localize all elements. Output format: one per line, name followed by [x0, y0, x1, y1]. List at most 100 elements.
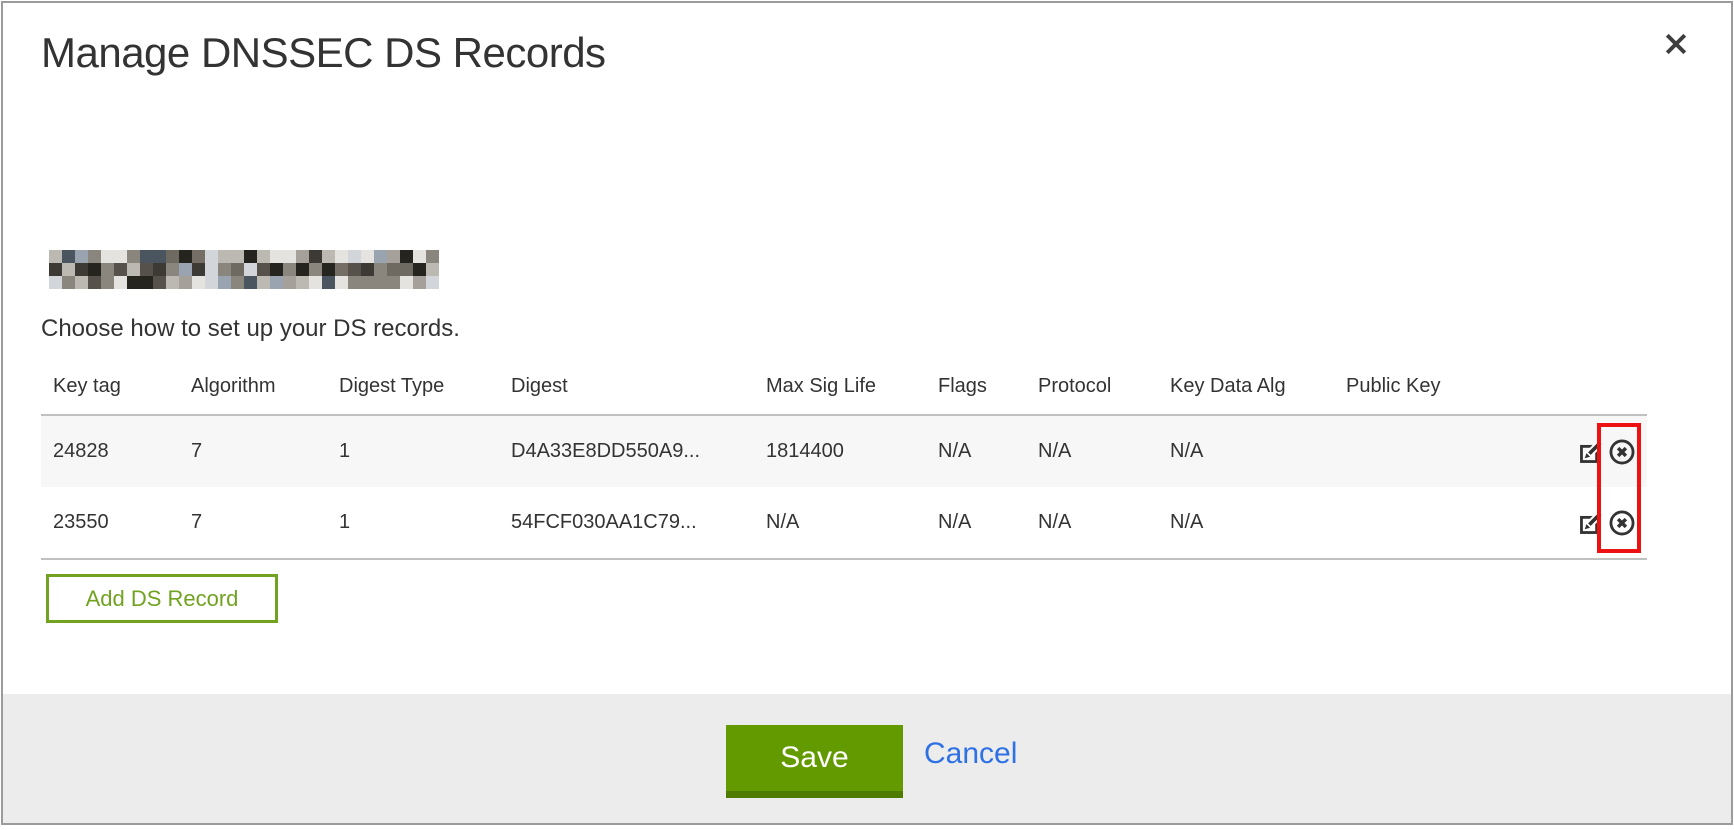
redacted-pixel [413, 276, 426, 289]
redacted-pixel [270, 250, 283, 263]
redacted-pixel [413, 263, 426, 276]
cancel-link[interactable]: Cancel [924, 737, 1017, 771]
redacted-pixel [205, 276, 218, 289]
redacted-pixel [387, 276, 400, 289]
column-header: Max Sig Life [754, 375, 926, 398]
redacted-pixel [270, 276, 283, 289]
redacted-pixel [426, 276, 439, 289]
edit-icon[interactable] [1578, 510, 1604, 536]
redacted-pixel [244, 250, 257, 263]
table-cell: 1 [327, 440, 499, 463]
delete-icon[interactable] [1609, 510, 1635, 536]
redacted-pixel [361, 263, 374, 276]
close-icon[interactable] [1661, 29, 1691, 59]
column-header: Flags [926, 375, 1026, 398]
redacted-pixel [153, 276, 166, 289]
redacted-pixel [88, 250, 101, 263]
redacted-pixel [322, 276, 335, 289]
redacted-pixel [426, 263, 439, 276]
redacted-pixel [192, 276, 205, 289]
redacted-pixel [153, 263, 166, 276]
table-cell: 1814400 [754, 440, 926, 463]
table-cell: 54FCF030AA1C79... [499, 511, 754, 534]
redacted-pixel [140, 276, 153, 289]
redacted-pixel [309, 250, 322, 263]
redacted-pixel [192, 263, 205, 276]
redacted-pixel [75, 276, 88, 289]
table-cell: D4A33E8DD550A9... [499, 440, 754, 463]
table-cell: N/A [1158, 440, 1334, 463]
redacted-pixel [218, 263, 231, 276]
redacted-pixel [322, 250, 335, 263]
table-cell: N/A [1158, 511, 1334, 534]
table-cell: 23550 [41, 511, 179, 534]
add-ds-record-button[interactable]: Add DS Record [46, 574, 278, 623]
redacted-pixel [179, 250, 192, 263]
redacted-pixel [127, 263, 140, 276]
redacted-pixel [62, 263, 75, 276]
delete-icon[interactable] [1609, 439, 1635, 465]
column-header: Key tag [41, 375, 179, 398]
redacted-pixel [166, 276, 179, 289]
instruction-text: Choose how to set up your DS records. [41, 315, 460, 343]
redacted-pixel [348, 263, 361, 276]
redacted-pixel [426, 250, 439, 263]
redacted-pixel [270, 263, 283, 276]
redacted-pixel [179, 263, 192, 276]
redacted-pixel [296, 276, 309, 289]
redacted-pixel [335, 276, 348, 289]
table-header-row: Key tagAlgorithmDigest TypeDigestMax Sig… [41, 375, 1647, 414]
redacted-pixel [75, 250, 88, 263]
redacted-pixel [49, 276, 62, 289]
redacted-pixel [374, 276, 387, 289]
redacted-pixel [309, 263, 322, 276]
redacted-pixel [257, 276, 270, 289]
redacted-pixel [218, 276, 231, 289]
redacted-pixel [114, 250, 127, 263]
column-header: Protocol [1026, 375, 1158, 398]
redacted-pixel [283, 250, 296, 263]
redacted-pixel [400, 263, 413, 276]
redacted-pixel [231, 250, 244, 263]
row-actions [1474, 439, 1647, 465]
redacted-pixel [166, 250, 179, 263]
redacted-pixel [322, 263, 335, 276]
table-cell: N/A [754, 511, 926, 534]
save-button[interactable]: Save [726, 725, 903, 798]
redacted-pixel [296, 250, 309, 263]
redacted-pixel [88, 276, 101, 289]
table-cell: 7 [179, 440, 327, 463]
redacted-pixel [192, 250, 205, 263]
redacted-pixel [218, 250, 231, 263]
table-cell: 7 [179, 511, 327, 534]
redacted-pixel [62, 250, 75, 263]
row-actions [1474, 510, 1647, 536]
redacted-pixel [88, 263, 101, 276]
redacted-pixel [335, 263, 348, 276]
redacted-pixel [335, 250, 348, 263]
redacted-pixel [400, 276, 413, 289]
redacted-pixel [62, 276, 75, 289]
redacted-pixel [140, 263, 153, 276]
redacted-pixel [140, 250, 153, 263]
table-cell: 1 [327, 511, 499, 534]
redacted-pixel [387, 263, 400, 276]
redacted-pixel [114, 276, 127, 289]
redacted-pixel [127, 250, 140, 263]
redacted-pixel [283, 276, 296, 289]
edit-icon[interactable] [1578, 439, 1604, 465]
redacted-pixel [179, 276, 192, 289]
redacted-pixel [361, 276, 374, 289]
redacted-pixel [374, 250, 387, 263]
redacted-pixel [166, 263, 179, 276]
table-cell: N/A [926, 511, 1026, 534]
redacted-pixel [205, 250, 218, 263]
table-cell: N/A [1026, 511, 1158, 534]
redacted-pixel [231, 276, 244, 289]
column-header: Key Data Alg [1158, 375, 1334, 398]
redacted-pixel [309, 276, 322, 289]
column-header: Digest [499, 375, 754, 398]
redacted-pixel [114, 263, 127, 276]
redacted-pixel [49, 263, 62, 276]
column-header: Public Key [1334, 375, 1474, 398]
